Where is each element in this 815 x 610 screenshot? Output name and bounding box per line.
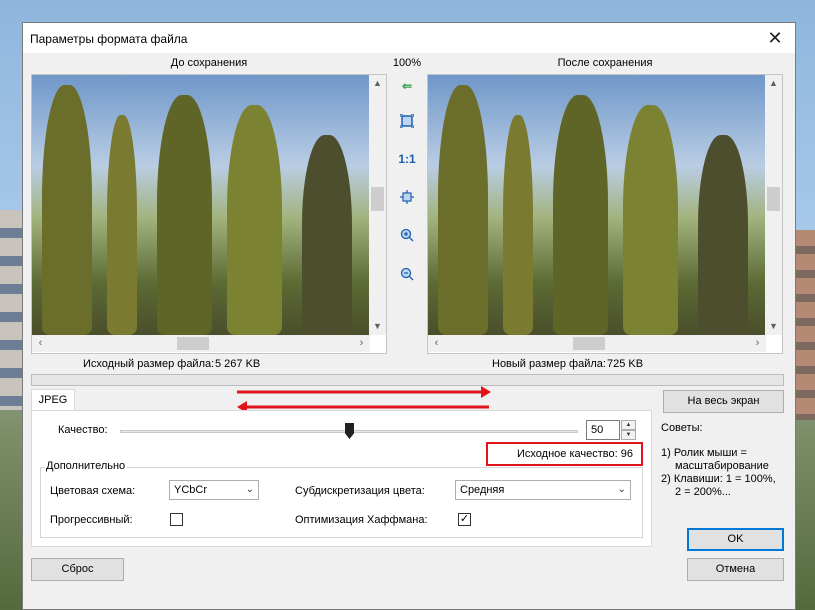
source-quality-label: Исходное качество: 96	[517, 448, 633, 460]
before-horizontal-scrollbar[interactable]: ‹ ›	[32, 335, 370, 352]
center-icon[interactable]	[395, 186, 419, 208]
scroll-right-icon[interactable]: ›	[353, 335, 370, 352]
after-vertical-scrollbar[interactable]: ▲ ▼	[765, 75, 782, 335]
one-to-one-button[interactable]: 1:1	[395, 148, 419, 170]
file-format-dialog: Параметры формата файла ✕ До сохранения …	[22, 22, 796, 610]
desktop-background-right	[795, 230, 815, 420]
step-up-icon[interactable]: ▲	[621, 420, 636, 430]
huffman-checkbox[interactable]: ✓	[458, 513, 471, 526]
quality-stepper[interactable]: ▲ ▼	[621, 420, 636, 440]
ok-button[interactable]: OK	[687, 528, 784, 551]
zoom-level: 100%	[392, 57, 422, 69]
new-size-label: Новый размер файла:	[492, 358, 606, 370]
tips-title: Советы:	[661, 422, 703, 434]
scroll-left-icon[interactable]: ‹	[428, 335, 445, 352]
after-horizontal-scrollbar[interactable]: ‹ ›	[428, 335, 766, 352]
tip-line-3: 2) Клавиши: 1 = 100%,	[661, 473, 776, 485]
scroll-left-icon[interactable]: ‹	[32, 335, 49, 352]
scroll-down-icon[interactable]: ▼	[369, 318, 386, 335]
step-down-icon[interactable]: ▼	[621, 430, 636, 440]
progressive-label: Прогрессивный:	[50, 514, 133, 526]
advanced-group	[40, 467, 643, 538]
tip-line-4: 2 = 200%...	[675, 486, 731, 498]
close-button[interactable]: ✕	[755, 23, 795, 53]
after-caption: После сохранения	[557, 57, 653, 69]
subsampling-label: Субдискретизация цвета:	[295, 485, 425, 497]
back-arrow-icon[interactable]: ⇐	[395, 75, 419, 97]
color-scheme-select[interactable]: YCbCr ⌄	[169, 480, 259, 500]
zoom-in-icon[interactable]	[395, 224, 419, 246]
color-scheme-label: Цветовая схема:	[50, 485, 136, 497]
before-vertical-scrollbar[interactable]: ▲ ▼	[369, 75, 386, 335]
scroll-thumb[interactable]	[767, 187, 780, 211]
scroll-thumb[interactable]	[371, 187, 384, 211]
zoom-out-icon[interactable]	[395, 263, 419, 285]
dialog-title: Параметры формата файла	[30, 32, 188, 46]
scroll-up-icon[interactable]: ▲	[369, 75, 386, 92]
annotation-arrows	[237, 386, 491, 413]
title-bar: Параметры формата файла ✕	[23, 23, 795, 53]
cancel-button[interactable]: Отмена	[687, 558, 784, 581]
chevron-down-icon: ⌄	[245, 484, 254, 495]
subsampling-value: Средняя	[460, 484, 505, 496]
before-image	[32, 75, 370, 335]
after-image	[428, 75, 766, 335]
chevron-down-icon: ⌄	[617, 484, 626, 495]
scroll-thumb[interactable]	[177, 337, 209, 350]
before-caption: До сохранения	[170, 57, 248, 69]
quality-label: Качество:	[58, 424, 108, 436]
original-size-label: Исходный размер файла:	[83, 358, 215, 370]
close-icon: ✕	[767, 28, 783, 48]
huffman-label: Оптимизация Хаффмана:	[295, 514, 428, 526]
tip-line-2: масштабирование	[675, 460, 769, 472]
color-scheme-value: YCbCr	[174, 484, 208, 496]
tip-line-1: 1) Ролик мыши =	[661, 447, 747, 459]
after-preview-panel[interactable]: ▲ ▼ ‹ ›	[427, 74, 783, 354]
scroll-down-icon[interactable]: ▼	[765, 318, 782, 335]
reset-button[interactable]: Сброс	[31, 558, 124, 581]
original-size-value: 5 267 KB	[215, 358, 261, 370]
scroll-thumb[interactable]	[573, 337, 605, 350]
progressive-checkbox[interactable]	[170, 513, 183, 526]
scroll-up-icon[interactable]: ▲	[765, 75, 782, 92]
checkmark-icon: ✓	[459, 513, 470, 525]
before-preview-panel[interactable]: ▲ ▼ ‹ ›	[31, 74, 387, 354]
scroll-right-icon[interactable]: ›	[749, 335, 766, 352]
subsampling-select[interactable]: Средняя ⌄	[455, 480, 631, 500]
fit-icon[interactable]	[395, 110, 419, 132]
advanced-legend: Дополнительно	[44, 460, 128, 472]
tab-jpeg[interactable]: JPEG	[31, 389, 75, 411]
quality-input[interactable]: 50	[586, 420, 620, 440]
new-size-value: 725 KB	[607, 358, 644, 370]
fullscreen-button[interactable]: На весь экран	[663, 390, 784, 413]
